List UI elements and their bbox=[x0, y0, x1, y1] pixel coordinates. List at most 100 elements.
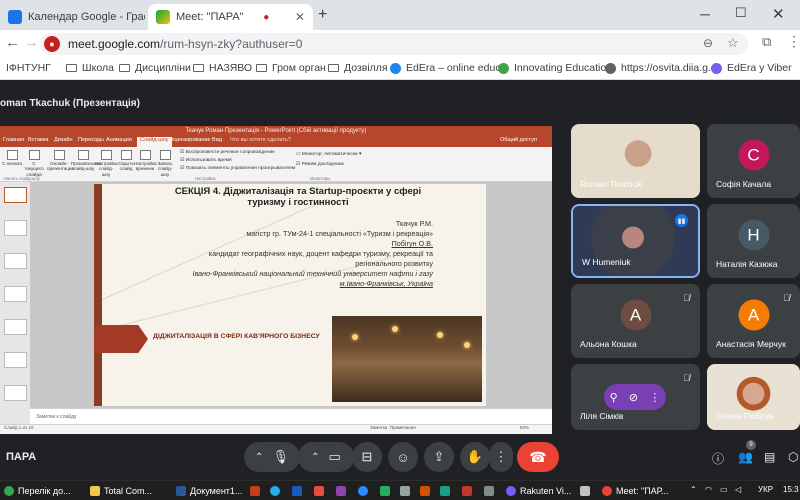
tab-google-calendar[interactable]: Календар Google - Графік по bbox=[0, 4, 145, 30]
bookmark-edera[interactable]: EdEra – online educ... bbox=[390, 62, 509, 74]
taskbar-item[interactable]: Rakuten Vi... bbox=[506, 483, 571, 498]
participant-tile[interactable]: 🎙̸ А Альона Кошка bbox=[571, 284, 700, 358]
app-taskbar-icon[interactable] bbox=[420, 483, 434, 498]
back-arrow-icon[interactable]: ← bbox=[5, 34, 20, 51]
participant-name: W Humeniuk bbox=[582, 257, 631, 267]
bookmark-ifntung[interactable]: ІФНТУНГ bbox=[6, 62, 51, 74]
taskbar-label: Total Com... bbox=[104, 485, 153, 496]
bookmark-innovating-education[interactable]: Innovating Educatio... bbox=[498, 62, 615, 74]
participant-tile[interactable]: 🎙̸ А Анастасія Мерчук bbox=[707, 284, 800, 358]
tray-battery-icon[interactable]: ▭ bbox=[720, 485, 728, 494]
ppt-tell-me: Что вы хотите сделать? bbox=[230, 137, 291, 143]
participants-count-badge: 9 bbox=[746, 440, 756, 450]
ppt-check-controls: ☑ Показать элементы управления проигрыва… bbox=[180, 166, 296, 171]
app-taskbar-icon[interactable] bbox=[380, 483, 394, 498]
taskbar-item-active[interactable]: Meet: "ПАР... bbox=[602, 483, 668, 498]
people-icon[interactable]: 👥 bbox=[738, 450, 753, 464]
close-tab-icon[interactable]: ✕ bbox=[289, 10, 305, 24]
ppt-check-narration: ☑ Воспроизвести речевое сопровождение bbox=[180, 150, 275, 155]
app-icon bbox=[420, 485, 430, 496]
taskbar-item[interactable]: Документ1... bbox=[176, 483, 242, 498]
ppt-tab-home: Главная bbox=[3, 137, 24, 143]
ppt-share-label: Общий доступ bbox=[500, 137, 537, 143]
tab-meet[interactable]: Meet: "ПАРА" ● ✕ bbox=[148, 4, 313, 30]
lamp-light bbox=[464, 342, 470, 348]
camera-icon[interactable]: ▭ bbox=[329, 449, 341, 465]
raise-hand-button[interactable]: ✋ bbox=[460, 442, 490, 472]
ppt-btn-label: С текущего слайда bbox=[24, 161, 44, 177]
mic-off-icon: 🎙̸ bbox=[683, 293, 690, 303]
app-taskbar-icon[interactable] bbox=[440, 483, 454, 498]
bookmark-grom-organ[interactable]: Гром орган bbox=[256, 62, 326, 74]
tray-language[interactable]: УКР bbox=[758, 485, 773, 494]
rakuten-viber-icon bbox=[506, 485, 516, 496]
taskbar-item[interactable]: Total Com... bbox=[90, 483, 152, 498]
forward-arrow-icon[interactable]: → bbox=[24, 34, 39, 51]
app-taskbar-icon[interactable] bbox=[484, 483, 498, 498]
chevron-up-icon[interactable]: ⌃ bbox=[255, 452, 263, 463]
extensions-icon[interactable]: ⧉ bbox=[762, 34, 771, 50]
app-taskbar-icon[interactable] bbox=[462, 483, 476, 498]
chevron-up-icon[interactable]: ⌃ bbox=[311, 452, 319, 463]
site-info-icon[interactable]: ● bbox=[44, 36, 60, 52]
mic-control[interactable]: ⌃ 🎙 bbox=[244, 442, 300, 472]
meeting-info-icon[interactable]: ⓘ bbox=[712, 450, 724, 467]
ppt-tab-transitions: Переходы bbox=[78, 137, 104, 143]
bookmark-star-icon[interactable]: ☆ bbox=[727, 35, 739, 51]
app-taskbar-icon[interactable] bbox=[314, 483, 328, 498]
bookmark-edera-viber[interactable]: EdEra у Viber bbox=[711, 62, 792, 74]
app-taskbar-icon[interactable] bbox=[336, 483, 350, 498]
telegram-taskbar-icon[interactable] bbox=[270, 483, 284, 498]
chat-icon[interactable]: ▤ bbox=[764, 450, 775, 464]
bookmark-nazyavo[interactable]: НАЗЯВО bbox=[193, 62, 252, 74]
present-button[interactable]: ⇪ bbox=[424, 442, 454, 472]
hang-up-icon: ☎ bbox=[529, 448, 547, 465]
new-tab-icon[interactable]: + bbox=[318, 6, 327, 24]
powerpoint-taskbar-icon[interactable] bbox=[250, 483, 264, 498]
participant-tile[interactable]: С Софія Качала bbox=[707, 124, 800, 198]
captions-button[interactable]: ⊟ bbox=[352, 442, 382, 472]
ppt-window-title: Ткачук Роман Презентація - PowerPoint (С… bbox=[0, 126, 552, 136]
tray-wifi-icon[interactable]: ◠ bbox=[705, 485, 712, 494]
ppt-check-label: Использовать время bbox=[185, 158, 232, 163]
chrome-icon bbox=[602, 485, 612, 496]
app-taskbar-icon[interactable] bbox=[400, 483, 414, 498]
leave-call-button[interactable]: ☎ bbox=[517, 442, 559, 472]
tray-clock[interactable]: 15:3 bbox=[783, 485, 799, 494]
word-taskbar-icon[interactable] bbox=[292, 483, 306, 498]
tray-chevron-icon[interactable]: ⌃ bbox=[690, 485, 697, 494]
pin-icon[interactable]: ⚲ bbox=[610, 391, 618, 404]
slide-left-band bbox=[94, 184, 102, 406]
participant-tile[interactable]: Олена Побігун bbox=[707, 364, 800, 430]
participant-tile[interactable]: Roman Tkachuk bbox=[571, 124, 700, 198]
google-calendar-icon bbox=[8, 10, 22, 24]
tray-volume-icon[interactable]: ◁ bbox=[735, 485, 741, 494]
camera-control[interactable]: ⌃ ▭ bbox=[298, 442, 354, 472]
zoom-taskbar-icon[interactable] bbox=[358, 483, 372, 498]
close-window-icon[interactable]: ✕ bbox=[772, 5, 785, 23]
slideshow-current-icon bbox=[28, 150, 40, 160]
participant-tile[interactable]: Н Наталія Казюка bbox=[707, 204, 800, 278]
participant-tile[interactable]: 🎙̸ ⚲ ⊘ ⋮ Ліля Сімків bbox=[571, 364, 700, 430]
zoom-app-icon bbox=[358, 485, 368, 496]
browser-menu-icon[interactable]: ⋮ bbox=[787, 33, 800, 50]
bookmark-dozvillya[interactable]: Дозвілля bbox=[328, 62, 388, 74]
app-taskbar-icon[interactable] bbox=[580, 483, 594, 498]
more-options-button[interactable]: ⋮ bbox=[489, 442, 513, 472]
taskbar-item[interactable]: Перелік до... bbox=[4, 483, 71, 498]
zoom-icon[interactable]: ⊖ bbox=[703, 36, 713, 50]
reactions-button[interactable]: ☺ bbox=[388, 442, 418, 472]
bookmark-shkola[interactable]: Школа bbox=[66, 62, 114, 74]
microphone-icon[interactable]: 🎙 bbox=[272, 449, 289, 465]
bookmark-dystsypliny[interactable]: Дисципліни bbox=[119, 62, 191, 74]
more-options-icon[interactable]: ⋮ bbox=[649, 391, 660, 404]
ppt-monitor-select: ▭ Монитор: Автоматически ▾ bbox=[296, 152, 362, 157]
participant-name: Альона Кошка bbox=[580, 339, 637, 349]
activities-icon[interactable]: ⬡ bbox=[788, 450, 798, 464]
maximize-window-icon[interactable]: ☐ bbox=[735, 5, 747, 21]
minimize-window-icon[interactable]: ─ bbox=[700, 6, 710, 22]
participant-tile-speaking[interactable]: ▮▮ W Humeniuk bbox=[571, 204, 700, 278]
remove-from-view-icon[interactable]: ⊘ bbox=[629, 391, 638, 404]
bookmark-osvita-diia[interactable]: https://osvita.diia.g... bbox=[605, 62, 717, 74]
address-bar[interactable]: ● meet.google.com /rum-hsyn-zky?authuser… bbox=[40, 33, 748, 55]
